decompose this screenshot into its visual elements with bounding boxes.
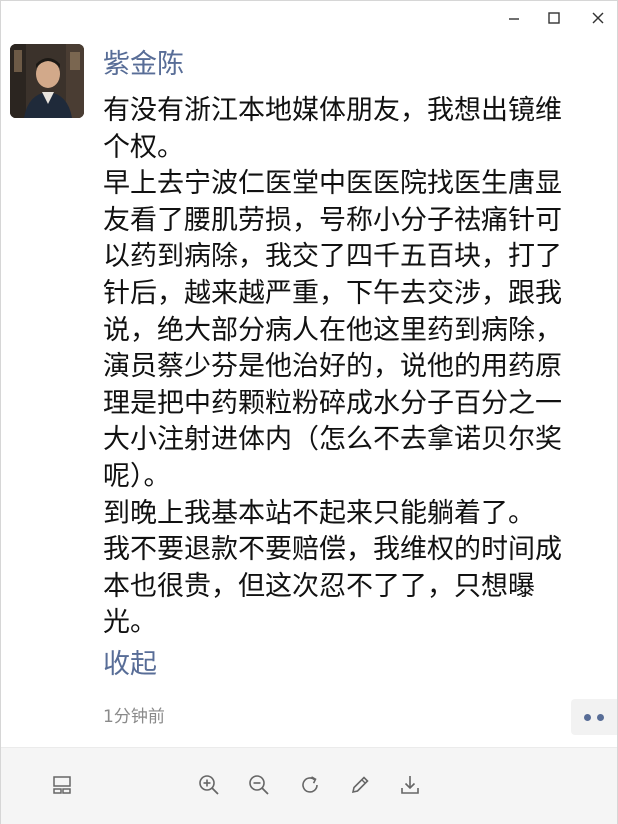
post-line: 到晚上我基本站不起来只能躺着了。 [103,497,535,529]
zoom-in-button[interactable] [194,770,224,800]
post-line: 说，绝大部分病人在他这里药到病除， [103,314,562,346]
maximize-button[interactable] [543,7,565,29]
zoom-in-icon [199,775,219,795]
zoom-out-button[interactable] [244,770,274,800]
viewer-toolbar [1,747,617,824]
dot-icon [597,713,604,721]
post-line: 理是把中药颗粒粉碎成水分子百分之一 [103,387,562,419]
edit-icon [351,776,369,794]
close-icon [592,12,604,24]
post-line: 光。 [103,607,157,639]
dot-icon [584,713,591,721]
post-line: 有没有浙江本地媒体朋友，我想出镜维 [103,95,562,126]
title-bar [1,1,617,35]
post-line: 呢）。 [103,460,171,492]
image-viewer-window: 紫金陈 有没有浙江本地媒体朋友，我想出镜维 个权。 早上去宁波仁医堂中医医院找医… [0,0,618,824]
minimize-button[interactable] [503,7,525,29]
avatar[interactable] [10,44,84,118]
layout-button[interactable] [47,770,77,800]
zoom-out-icon [249,775,269,795]
post-line: 个权。 [103,131,184,163]
maximize-icon [548,12,560,24]
collapse-link[interactable]: 收起 [103,647,157,683]
post-line: 演员蔡少芬是他治好的，说他的用药原 [103,351,562,383]
rotate-icon [302,776,318,793]
download-button[interactable] [395,770,425,800]
more-actions-button[interactable] [571,699,617,735]
minimize-icon [509,18,519,20]
post-line: 针后，越来越严重，下午去交涉，跟我 [103,277,562,309]
layout-icon [53,776,71,794]
download-icon [401,776,419,794]
post-line: 早上去宁波仁医堂中医医院找医生唐显 [103,168,562,200]
post-timestamp: 1分钟前 [103,707,165,727]
post-line: 大小注射进体内（怎么不去拿诺贝尔奖 [103,424,562,456]
avatar-photo [10,44,84,118]
post-line: 我不要退款不要赔偿，我维权的时间成 [103,534,562,566]
post-body: 有没有浙江本地媒体朋友，我想出镜维 个权。 早上去宁波仁医堂中医医院找医生唐显 … [103,93,608,642]
post-line: 以药到病除，我交了四千五百块，打了 [103,241,562,273]
author-name[interactable]: 紫金陈 [103,47,184,83]
post-line: 本也很贵，但这次忍不了了，只想曝 [103,570,535,602]
rotate-button[interactable] [295,770,325,800]
post-line: 友看了腰肌劳损，号称小分子祛痛针可 [103,204,562,236]
edit-button[interactable] [345,770,375,800]
close-button[interactable] [587,7,609,29]
